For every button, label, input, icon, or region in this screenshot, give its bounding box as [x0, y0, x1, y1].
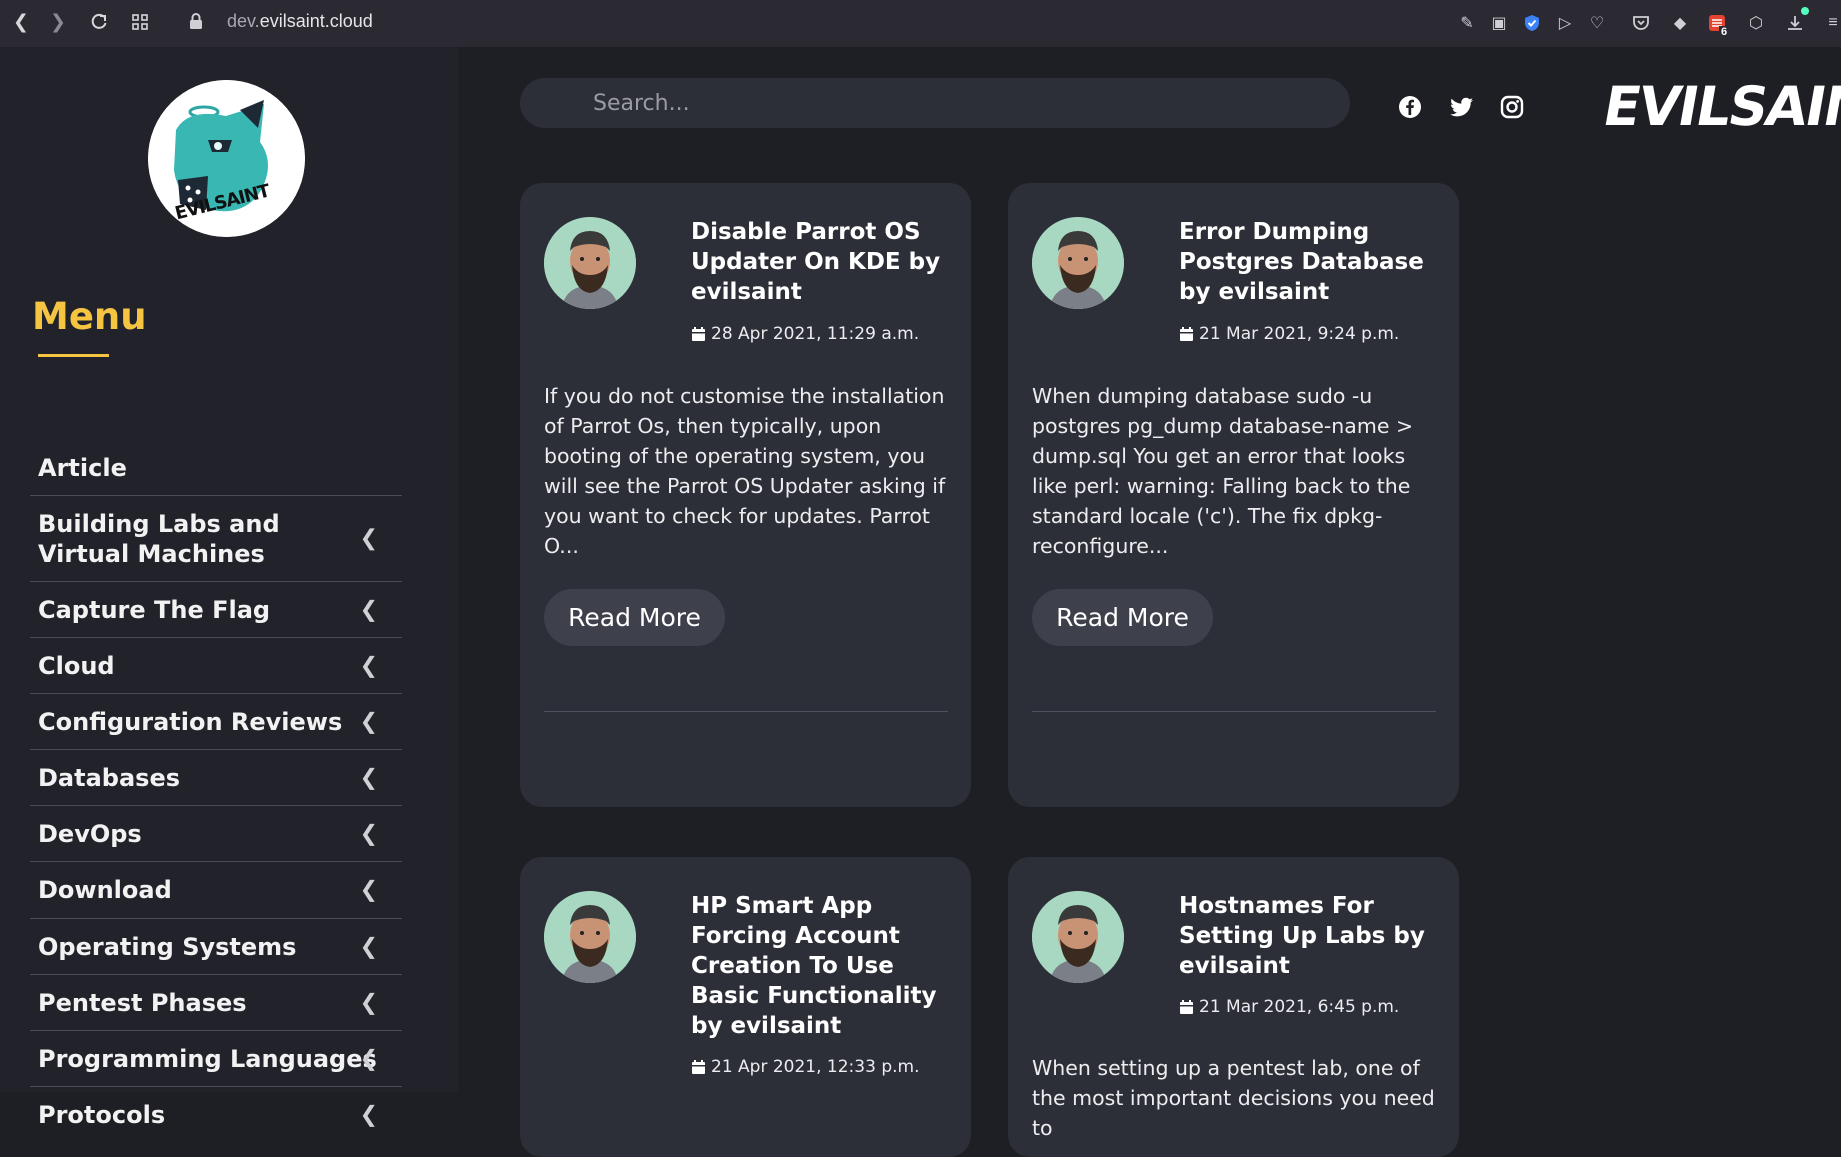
search-input[interactable]: [520, 78, 1350, 128]
post-title[interactable]: Error Dumping Postgres Database by evils…: [1179, 217, 1444, 307]
facebook-icon[interactable]: [1398, 95, 1424, 121]
read-more-button[interactable]: Read More: [544, 589, 725, 646]
brand-logo[interactable]: EVILSAINT: [1598, 75, 1841, 138]
extension-badge: 6: [1719, 26, 1730, 38]
chevron-left-icon[interactable]: ❮: [360, 709, 378, 734]
site-logo[interactable]: EVILSAINT: [148, 80, 305, 237]
calendar-icon: [1180, 1000, 1193, 1014]
url-host: dev.: [227, 11, 260, 31]
read-more-button[interactable]: Read More: [1032, 589, 1213, 646]
sidebar-item-configuration-reviews[interactable]: Configuration Reviews ❮: [30, 694, 402, 750]
calendar-icon: [692, 1060, 705, 1074]
post-excerpt: When setting up a pentest lab, one of th…: [1032, 1056, 1435, 1140]
sidebar-item-label: DevOps: [38, 819, 142, 848]
sidebar-item-label: Programming Languages: [38, 1044, 377, 1073]
chevron-left-icon[interactable]: ❮: [360, 990, 378, 1015]
pocket-icon[interactable]: [1630, 12, 1652, 34]
sidebar-item-devops[interactable]: DevOps ❮: [30, 806, 402, 862]
sidebar-item-label: Pentest Phases: [38, 988, 247, 1017]
sidebar-item-programming-languages[interactable]: Programming Languages ❮: [30, 1031, 402, 1087]
sidebar-item-label: Download: [38, 876, 172, 904]
sidebar-item-label: Building Labs and Virtual Machines: [38, 509, 280, 568]
sidebar-item-download[interactable]: Download ❮: [30, 862, 402, 919]
sidebar-item-databases[interactable]: Databases ❮: [30, 750, 402, 806]
sidebar-item-label: Cloud: [38, 651, 115, 680]
chevron-left-icon[interactable]: ❮: [360, 821, 378, 846]
post-title[interactable]: Hostnames For Setting Up Labs by evilsai…: [1179, 891, 1444, 981]
browser-toolbar: ❮ ❯ dev.evilsaint.cloud ✎ ▣ ▷ ♡ ◆ 6 ⬡ ≡: [0, 0, 1841, 47]
chevron-left-icon[interactable]: ❮: [360, 1046, 378, 1071]
lock-icon[interactable]: [189, 13, 203, 33]
sidebar-item-capture-the-flag[interactable]: Capture The Flag ❮: [30, 582, 402, 638]
menu-underline: [38, 354, 109, 357]
sidebar-item-label: Operating Systems: [38, 932, 297, 961]
card-divider: [544, 711, 948, 712]
post-excerpt: When dumping database sudo -u postgres p…: [1032, 384, 1414, 558]
sidebar-item-label: Protocols: [38, 1101, 166, 1129]
author-avatar[interactable]: [544, 891, 636, 983]
author-avatar[interactable]: [1032, 891, 1124, 983]
sidebar-item-pentest-phases[interactable]: Pentest Phases ❮: [30, 975, 402, 1031]
download-icon[interactable]: [1784, 12, 1806, 34]
menu-title: Menu: [32, 295, 147, 338]
post-title[interactable]: Disable Parrot OS Updater On KDE by evil…: [691, 217, 956, 307]
sidebar-item-label: Article: [38, 454, 127, 482]
shield-check-icon[interactable]: [1521, 12, 1543, 34]
twitter-icon[interactable]: [1449, 95, 1475, 121]
url-domain: evilsaint.cloud: [259, 11, 373, 31]
post-date-text: 28 Apr 2021, 11:29 a.m.: [711, 324, 920, 344]
chevron-left-icon[interactable]: ❮: [360, 524, 378, 554]
post-date-text: 21 Apr 2021, 12:33 p.m.: [711, 1057, 920, 1077]
author-avatar[interactable]: [544, 217, 636, 309]
sidebar-item-protocols[interactable]: Protocols ❮: [30, 1087, 402, 1143]
author-avatar[interactable]: [1032, 217, 1124, 309]
post-date: 21 Apr 2021, 12:33 p.m.: [691, 1057, 919, 1077]
screenshot-edit-icon[interactable]: ✎: [1456, 12, 1478, 34]
instagram-icon[interactable]: [1500, 95, 1526, 121]
sidebar-item-article[interactable]: Article: [30, 441, 402, 496]
chevron-left-icon[interactable]: ❮: [360, 934, 378, 959]
camera-icon[interactable]: ▣: [1488, 12, 1510, 34]
menu-icon[interactable]: ≡: [1822, 12, 1841, 34]
post-date: 21 Mar 2021, 6:45 p.m.: [1179, 997, 1399, 1017]
post-card: HP Smart App Forcing Account Creation To…: [520, 857, 971, 1157]
post-card: Disable Parrot OS Updater On KDE by evil…: [520, 183, 971, 807]
sidebar-item-cloud[interactable]: Cloud ❮: [30, 638, 402, 694]
post-excerpt: If you do not customise the installation…: [544, 384, 946, 558]
chevron-left-icon[interactable]: ❮: [360, 878, 378, 903]
post-date-text: 21 Mar 2021, 9:24 p.m.: [1199, 324, 1400, 344]
diamond-icon[interactable]: ◆: [1669, 12, 1691, 34]
post-card: Hostnames For Setting Up Labs by evilsai…: [1008, 857, 1459, 1157]
cube-icon[interactable]: ⬡: [1745, 12, 1767, 34]
chevron-left-icon[interactable]: ❮: [360, 1103, 378, 1128]
post-title[interactable]: HP Smart App Forcing Account Creation To…: [691, 891, 956, 1041]
forward-icon[interactable]: ❯: [47, 11, 69, 33]
sidebar-item-label: Databases: [38, 763, 181, 792]
address-bar[interactable]: dev.evilsaint.cloud: [227, 11, 373, 32]
back-icon[interactable]: ❮: [10, 11, 32, 33]
search-bar: [520, 78, 1350, 128]
main-content: EVILSAINT Disable Parrot OS Updater On K…: [458, 47, 1841, 1157]
tab-grid-icon[interactable]: [129, 11, 151, 33]
calendar-icon: [1180, 327, 1193, 341]
reload-icon[interactable]: [88, 11, 110, 33]
sidebar-item-label: Capture The Flag: [38, 595, 271, 624]
sidebar: EVILSAINT Menu Article Building Labs and…: [0, 47, 458, 1129]
post-card: Error Dumping Postgres Database by evils…: [1008, 183, 1459, 807]
post-date-text: 21 Mar 2021, 6:45 p.m.: [1199, 997, 1400, 1017]
sidebar-item-operating-systems[interactable]: Operating Systems ❮: [30, 919, 402, 975]
send-icon[interactable]: ▷: [1554, 12, 1576, 34]
post-date: 21 Mar 2021, 9:24 p.m.: [1179, 324, 1399, 344]
calendar-icon: [692, 327, 705, 341]
sidebar-item-building-labs[interactable]: Building Labs and Virtual Machines ❮: [30, 496, 402, 582]
chevron-left-icon[interactable]: ❮: [360, 653, 378, 678]
chevron-left-icon[interactable]: ❮: [360, 765, 378, 790]
download-dot: [1801, 7, 1809, 15]
heart-icon[interactable]: ♡: [1586, 12, 1608, 34]
post-date: 28 Apr 2021, 11:29 a.m.: [691, 324, 919, 344]
sidebar-item-label: Configuration Reviews: [38, 707, 343, 736]
card-divider: [1032, 711, 1436, 712]
sidebar-menu: Article Building Labs and Virtual Machin…: [30, 441, 402, 1143]
chevron-left-icon[interactable]: ❮: [360, 597, 378, 622]
